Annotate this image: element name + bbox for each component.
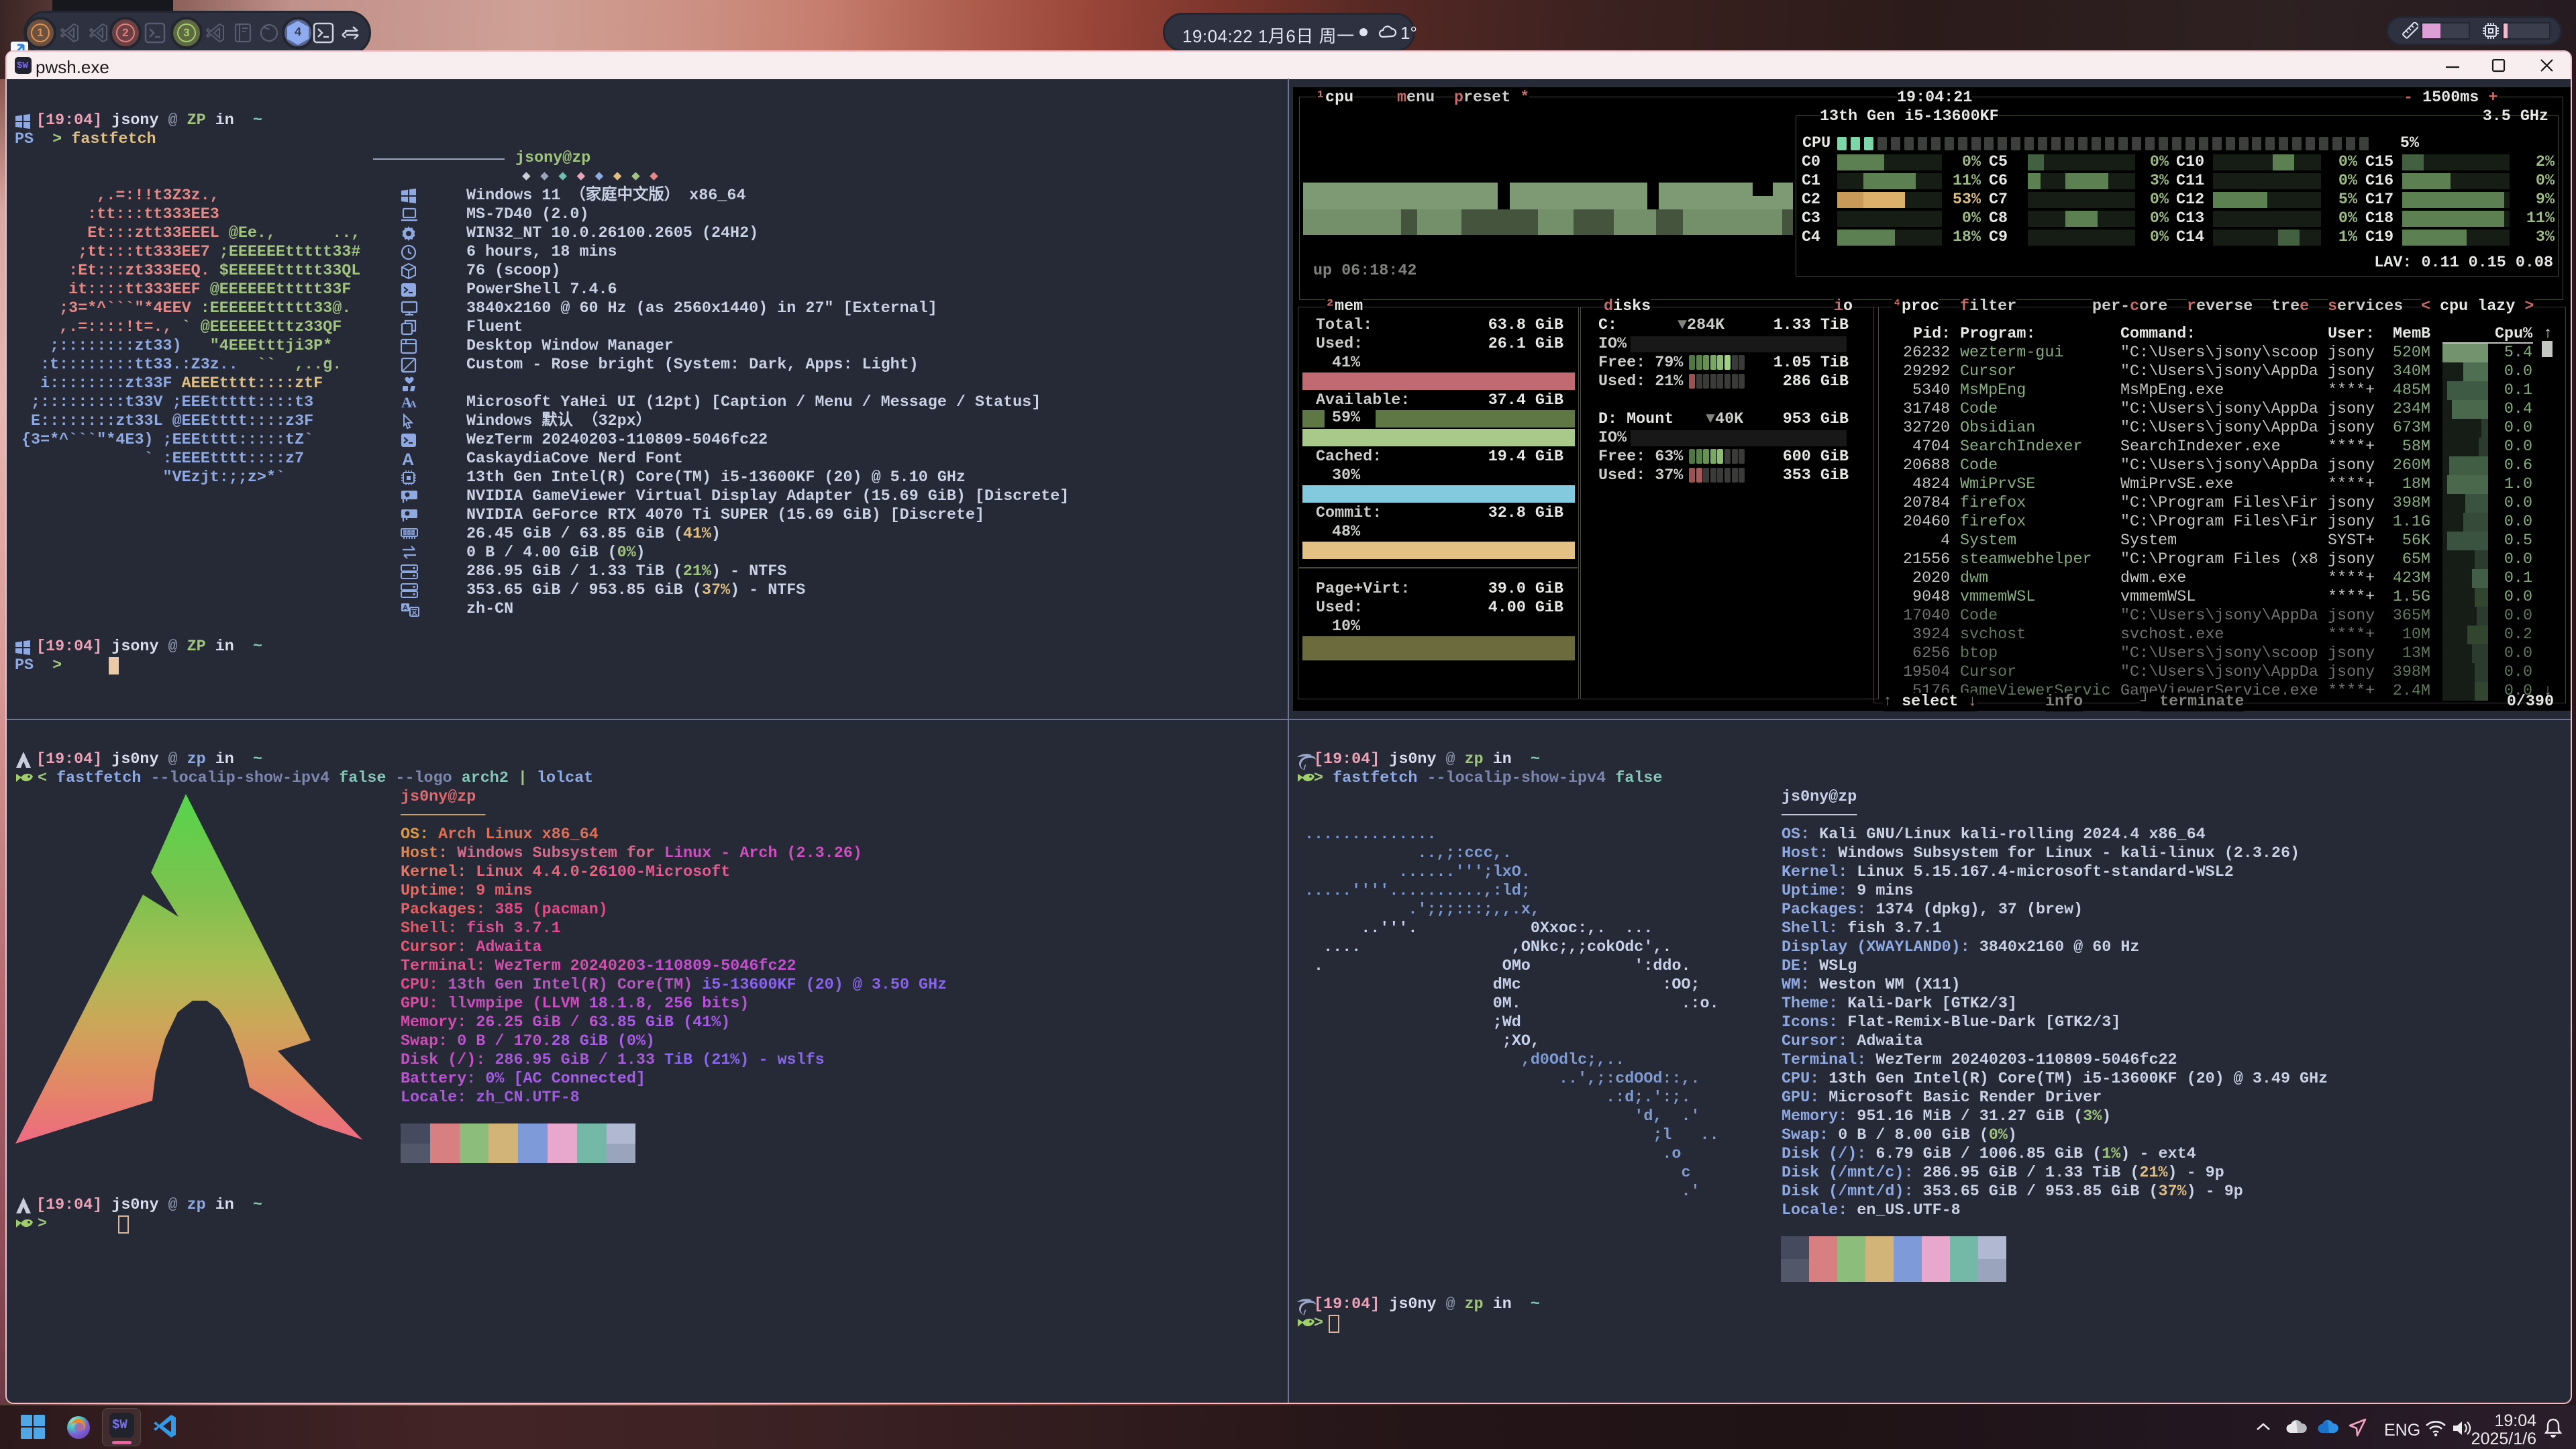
svg-text:A: A: [402, 451, 414, 467]
svg-text:A: A: [403, 604, 408, 612]
svg-text:A: A: [409, 399, 417, 410]
